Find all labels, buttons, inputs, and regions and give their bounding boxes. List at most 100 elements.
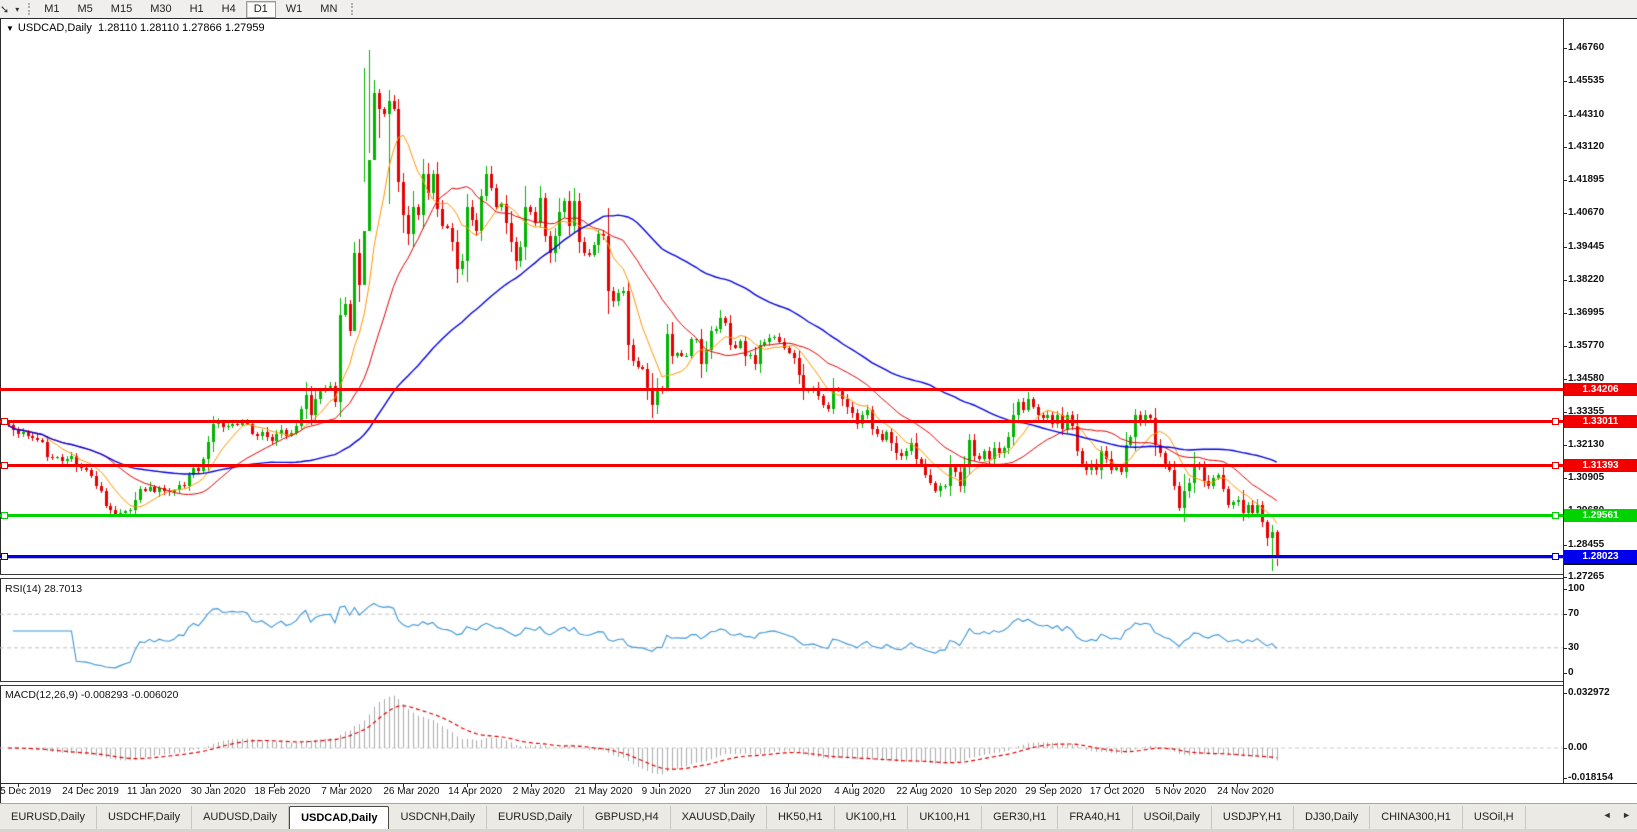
price-axis-tick: [1563, 412, 1567, 413]
hline-1.31393[interactable]: [0, 464, 1563, 467]
hline-1.34206[interactable]: [0, 388, 1563, 391]
rsi-axis-tick: [1563, 614, 1567, 615]
macd-axis-label: 0.00: [1568, 742, 1587, 753]
tab-dj30-daily[interactable]: DJ30,Daily: [1294, 806, 1370, 830]
tab-usdcad-daily[interactable]: USDCAD,Daily: [289, 806, 389, 830]
tab-hk50-h1[interactable]: HK50,H1: [767, 806, 835, 830]
price-axis-tick: [1563, 48, 1567, 49]
tab-usdchf-daily[interactable]: USDCHF,Daily: [97, 806, 192, 830]
price-axis-label: 1.39445: [1568, 241, 1604, 252]
time-axis-date: 5 Nov 2020: [1155, 786, 1206, 797]
price-axis-line: [1563, 19, 1564, 783]
pane-separator-rsi[interactable]: [0, 574, 1563, 579]
hline-handle-right[interactable]: [1552, 418, 1559, 425]
hline-1.28023[interactable]: [0, 555, 1563, 558]
price-axis-tick: [1563, 247, 1567, 248]
macd-axis-label: -0.018154: [1568, 772, 1613, 783]
tab-usoil-daily[interactable]: USOil,Daily: [1133, 806, 1212, 830]
tab-usdjpy-h1[interactable]: USDJPY,H1: [1212, 806, 1294, 830]
time-axis-date: 16 Jul 2020: [770, 786, 822, 797]
hline-handle-right[interactable]: [1552, 553, 1559, 560]
tab-uk100-h1[interactable]: UK100,H1: [908, 806, 982, 830]
price-axis-label: 1.30905: [1568, 472, 1604, 483]
time-axis-date: 10 Sep 2020: [960, 786, 1017, 797]
price-tag-1.29561: 1.29561: [1564, 509, 1637, 522]
price-axis-tick: [1563, 478, 1567, 479]
time-axis-date: 27 Jun 2020: [705, 786, 760, 797]
tab-usdcnh-daily[interactable]: USDCNH,Daily: [389, 806, 487, 830]
price-axis-label: 1.44310: [1568, 109, 1604, 120]
time-axis-date: 9 Jun 2020: [642, 786, 692, 797]
tab-uk100-h1[interactable]: UK100,H1: [835, 806, 909, 830]
hline-handle-right[interactable]: [1552, 512, 1559, 519]
time-axis-date: 7 Mar 2020: [321, 786, 372, 797]
rsi-axis-label: 70: [1568, 608, 1579, 619]
chart-tab-bar: EURUSD,DailyUSDCHF,DailyAUDUSD,DailyUSDC…: [0, 803, 1637, 830]
hline-handle-left[interactable]: [1, 553, 8, 560]
price-axis-label: 1.46760: [1568, 42, 1604, 53]
chart-tabs: EURUSD,DailyUSDCHF,DailyAUDUSD,DailyUSDC…: [0, 806, 1526, 830]
quote-ohlc-label: 1.28110 1.28110 1.27866 1.27959: [98, 22, 265, 34]
price-chart-canvas[interactable]: [0, 0, 1637, 832]
tab-ger30-h1[interactable]: GER30,H1: [982, 806, 1058, 830]
rsi-axis-tick: [1563, 648, 1567, 649]
price-axis-tick: [1563, 379, 1567, 380]
tab-gbpusd-h4[interactable]: GBPUSD,H4: [584, 806, 671, 830]
tab-china300-h1[interactable]: CHINA300,H1: [1370, 806, 1463, 830]
current-price-line: [0, 558, 1563, 559]
hline-1.33011[interactable]: [0, 420, 1563, 423]
macd-label: MACD(12,26,9) -0.008293 -0.006020: [5, 689, 178, 701]
tab-xauusd-daily[interactable]: XAUUSD,Daily: [671, 806, 767, 830]
rsi-axis-label: 100: [1568, 583, 1585, 594]
price-axis-tick: [1563, 81, 1567, 82]
price-axis-label: 1.41895: [1568, 174, 1604, 185]
price-axis-tick: [1563, 313, 1567, 314]
pane-separator-macd[interactable]: [0, 681, 1563, 686]
time-axis-date: 5 Dec 2019: [0, 786, 51, 797]
hline-handle-left[interactable]: [1, 462, 8, 469]
hline-handle-left[interactable]: [1, 418, 8, 425]
price-tag-1.34206: 1.34206: [1564, 383, 1637, 396]
price-axis-tick: [1563, 213, 1567, 214]
time-axis-date: 21 May 2020: [575, 786, 633, 797]
price-axis-label: 1.38220: [1568, 274, 1604, 285]
price-axis-tick: [1563, 445, 1567, 446]
rsi-axis-label: 30: [1568, 642, 1579, 653]
time-axis-date: 14 Apr 2020: [448, 786, 502, 797]
hline-1.29561[interactable]: [0, 514, 1563, 517]
price-axis-tick: [1563, 280, 1567, 281]
time-axis-date: 24 Nov 2020: [1217, 786, 1274, 797]
price-tag-1.33011: 1.33011: [1564, 415, 1637, 428]
time-axis-date: 26 Mar 2020: [383, 786, 439, 797]
time-axis-date: 29 Sep 2020: [1025, 786, 1082, 797]
price-axis-label: 1.35770: [1568, 340, 1604, 351]
chart-title: ▼ USDCAD,Daily 1.28110 1.28110 1.27866 1.…: [6, 22, 265, 34]
price-axis-tick: [1563, 545, 1567, 546]
price-axis-label: 1.27265: [1568, 571, 1604, 582]
symbol-period-label: USDCAD,Daily: [18, 22, 92, 34]
tab-scroll-arrows-icon[interactable]: ◄ ►: [1603, 810, 1635, 820]
price-axis-label: 1.40670: [1568, 207, 1604, 218]
price-axis-tick: [1563, 577, 1567, 578]
price-axis-tick: [1563, 115, 1567, 116]
rsi-axis-tick: [1563, 673, 1567, 674]
hline-handle-left[interactable]: [1, 512, 8, 519]
hline-handle-right[interactable]: [1552, 462, 1559, 469]
rsi-axis-tick: [1563, 589, 1567, 590]
tab-eurusd-daily[interactable]: EURUSD,Daily: [487, 806, 584, 830]
time-axis-date: 18 Feb 2020: [254, 786, 310, 797]
tab-fra40-h1[interactable]: FRA40,H1: [1058, 806, 1132, 830]
tab-audusd-daily[interactable]: AUDUSD,Daily: [192, 806, 289, 830]
time-axis-date: 24 Dec 2019: [62, 786, 119, 797]
time-axis-date: 2 May 2020: [513, 786, 565, 797]
tab-eurusd-daily[interactable]: EURUSD,Daily: [0, 806, 97, 830]
tab-usoil-h[interactable]: USOil,H: [1463, 806, 1526, 830]
rsi-axis-label: 0: [1568, 667, 1574, 678]
macd-axis-label: 0.032972: [1568, 687, 1610, 698]
window-menu-icon[interactable]: ▼: [6, 24, 14, 33]
macd-axis-tick: [1563, 778, 1567, 779]
price-axis-label: 1.43120: [1568, 141, 1604, 152]
time-axis-date: 4 Aug 2020: [834, 786, 885, 797]
time-axis-date: 22 Aug 2020: [896, 786, 952, 797]
rsi-label: RSI(14) 28.7013: [5, 583, 82, 595]
